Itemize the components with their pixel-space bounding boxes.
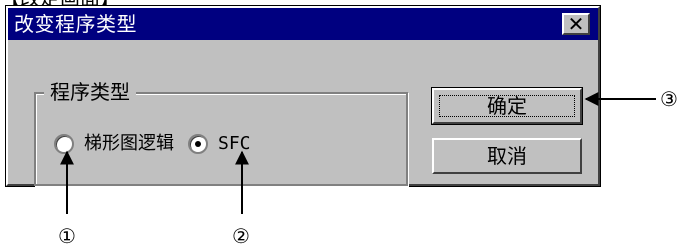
annotation-3: ③ — [660, 87, 678, 111]
radio-row: 梯形图逻辑 SFC — [54, 134, 265, 154]
radio-ladder-logic[interactable]: 梯形图逻辑 — [54, 134, 174, 154]
annotation-2: ② — [232, 224, 250, 248]
cancel-button[interactable]: 取消 — [432, 138, 582, 174]
annotation-1: ① — [58, 224, 76, 248]
cancel-button-label: 取消 — [487, 144, 527, 168]
title-bar[interactable]: 改变程序类型 ✕ — [8, 8, 598, 40]
ok-button[interactable]: 确定 — [431, 87, 583, 125]
close-button[interactable]: ✕ — [562, 13, 590, 35]
radio-circle-sfc[interactable] — [188, 134, 208, 154]
group-label: 程序类型 — [44, 80, 136, 104]
ok-button-label: 确定 — [487, 94, 527, 118]
radio-circle-ladder[interactable] — [54, 134, 74, 154]
radio-label-sfc: SFC — [218, 133, 251, 154]
dialog-title: 改变程序类型 — [14, 12, 137, 36]
program-type-group: 程序类型 梯形图逻辑 SFC — [34, 80, 408, 186]
radio-sfc[interactable]: SFC — [188, 134, 251, 154]
close-icon: ✕ — [567, 12, 585, 36]
radio-label-ladder: 梯形图逻辑 — [84, 133, 174, 154]
program-type-dialog: 改变程序类型 ✕ 程序类型 梯形图逻辑 SFC 确定 取消 — [5, 5, 601, 187]
